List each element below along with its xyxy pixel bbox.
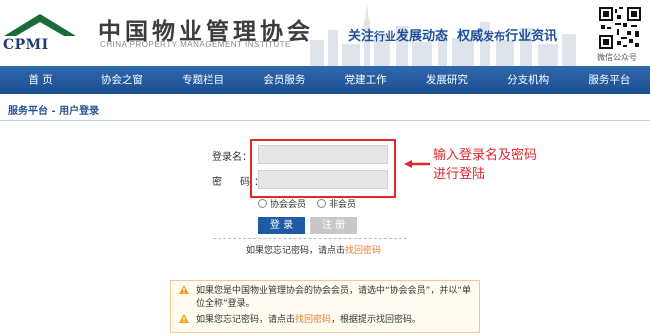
wechat-qr-code (599, 7, 641, 49)
header-slogan: 关注行业发展动态 权威发布行业资讯 (348, 25, 557, 44)
radio-member[interactable] (258, 199, 267, 208)
qr-label: 微信公众号 (597, 53, 637, 62)
slogan-b-big: 权威 (457, 29, 484, 44)
login-button[interactable]: 登 录 (258, 217, 305, 234)
warning-icon (179, 285, 189, 294)
forgot-prefix: 如果您忘记密码，请点击 (246, 246, 346, 256)
slogan-b-rest: 行业资讯 (505, 29, 558, 44)
warning-icon (179, 314, 189, 323)
annotation-line-2: 进行登陆 (433, 167, 486, 182)
radio-non-member-label[interactable]: 非会员 (329, 197, 356, 210)
title-divider (0, 120, 650, 121)
radio-member-label[interactable]: 协会会员 (270, 197, 306, 210)
nav-item-3[interactable]: 会员服务 (244, 66, 325, 94)
radio-non-member[interactable] (317, 199, 327, 208)
main-nav: 首 页协会之窗 专题栏目 会员服务 党建工作 发展研究 分支机构 服务平台 (0, 66, 650, 94)
notice-item-2: 如果您忘记密码，请点击找回密码，根据提示找回密码。 (196, 314, 421, 327)
nav-item-1[interactable]: 协会之窗 (81, 66, 162, 94)
page-title: 服务平台 - 用户登录 (8, 106, 100, 117)
forgot-password-text: 如果您忘记密码，请点击找回密码 (246, 243, 381, 256)
site-header: CPMI 中国物业管理协会 CHINA PROPERTY MANAGEMENT … (0, 0, 650, 66)
nav-item-5[interactable]: 发展研究 (406, 66, 487, 94)
logo-text: CPMI (3, 37, 49, 53)
notice-item-2-suffix: ，根据提示找回密码。 (331, 315, 422, 325)
annotation-line-1: 输入登录名及密码 (433, 148, 538, 163)
notice-item-2-prefix: 如果您忘记密码，请点击 (196, 315, 296, 325)
annotation-text: 输入登录名及密码 进行登陆 (433, 146, 537, 184)
slogan-a-rest: 发展动态 (396, 29, 449, 44)
register-button[interactable]: 注 册 (310, 217, 357, 234)
notice-item-1-line-2: 位全称”登录。 (196, 299, 255, 309)
notice-item-1-line-1: 如果您是中国物业管理协会的协会会员，请选中“协会会员”，并以“单 (196, 286, 471, 296)
form-divider (213, 238, 407, 239)
slogan-b-small: 发布 (483, 30, 506, 43)
slogan-a-small: 行业 (374, 30, 397, 43)
member-type-radios: 协会会员 非会员 (258, 197, 356, 210)
username-label: 登录名： (212, 152, 252, 163)
nav-item-2[interactable]: 专题栏目 (163, 66, 244, 94)
slogan-a-big: 关注 (348, 29, 375, 44)
nav-item-7[interactable]: 服务平台 (569, 66, 650, 94)
notice-forgot-link[interactable]: 找回密码 (295, 315, 331, 325)
nav-item-6[interactable]: 分支机构 (488, 66, 569, 94)
forgot-password-link[interactable]: 找回密码 (345, 246, 381, 256)
nav-item-4[interactable]: 党建工作 (325, 66, 406, 94)
arrow-left-icon (404, 160, 430, 168)
org-name-en: CHINA PROPERTY MANAGEMENT INSTITUTE (100, 40, 291, 49)
highlight-box (250, 139, 396, 198)
nav-item-0[interactable]: 首 页 (0, 66, 81, 94)
